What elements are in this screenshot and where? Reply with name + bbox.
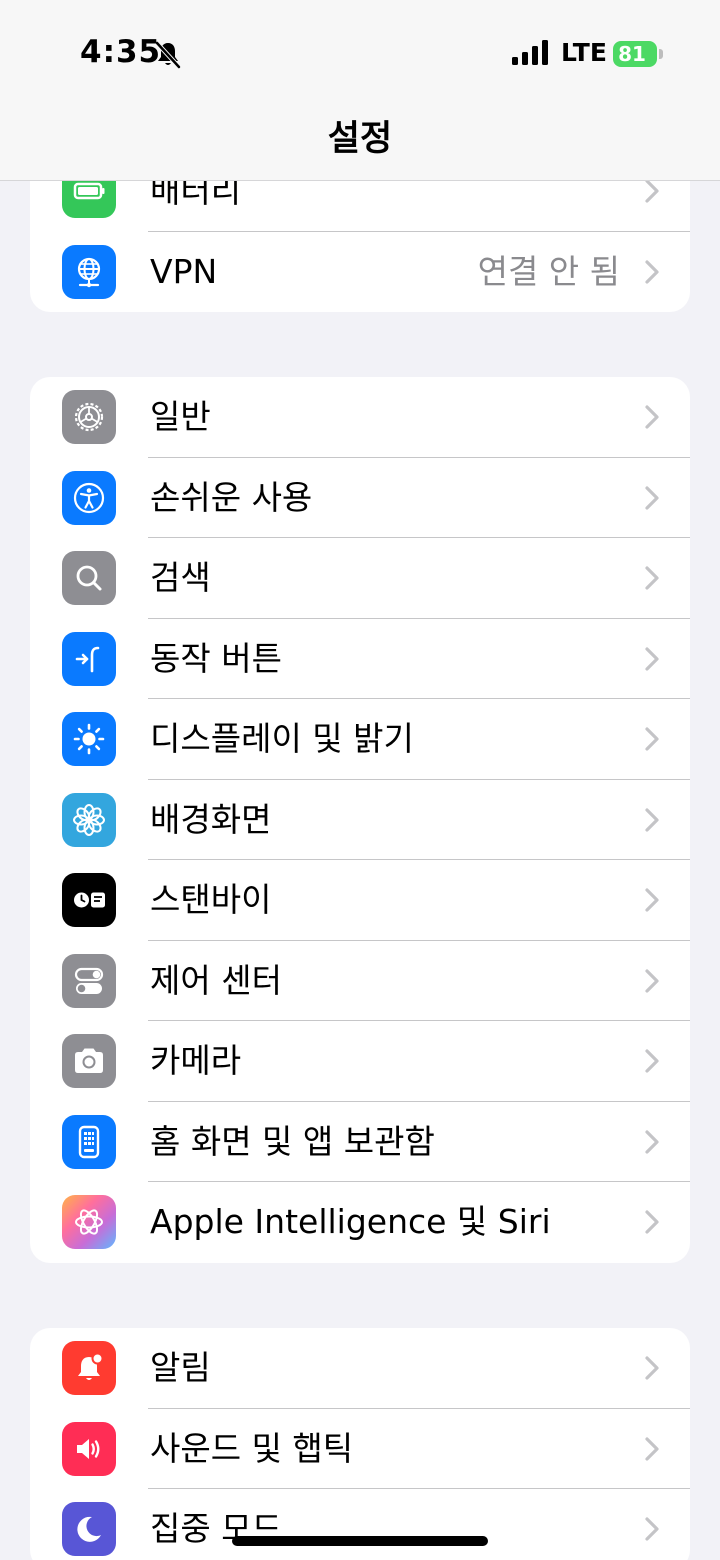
settings-row-label: 스탠바이 xyxy=(150,880,272,919)
chevron-right-icon xyxy=(645,1436,659,1461)
settings-row-label: 검색 xyxy=(150,558,211,597)
settings-row-label: 배경화면 xyxy=(150,799,272,839)
chevron-right-icon xyxy=(645,968,659,993)
speaker-icon xyxy=(62,1421,116,1476)
settings-row-wallpaper[interactable]: 배경화면 xyxy=(30,780,690,860)
sun-icon xyxy=(62,712,116,766)
settings-row-focus[interactable]: 집중 모드 xyxy=(30,1489,690,1560)
search-icon xyxy=(62,551,116,605)
gear-icon xyxy=(62,390,116,444)
settings-row-general[interactable]: 일반 xyxy=(30,377,690,458)
settings-row-label: Apple Intelligence 및 Siri xyxy=(150,1202,551,1241)
chevron-right-icon xyxy=(645,888,659,912)
notification-bell-icon xyxy=(62,1341,116,1395)
chevron-right-icon xyxy=(645,259,659,284)
standby-icon xyxy=(62,873,116,927)
accessibility-icon xyxy=(62,470,116,525)
chevron-right-icon xyxy=(645,566,659,590)
settings-row-label: 일반 xyxy=(150,397,211,436)
vpn-status-value: 연결 안 됨 xyxy=(477,251,620,291)
chevron-right-icon xyxy=(645,1356,659,1380)
battery-percentage: 81 xyxy=(618,42,646,66)
settings-row-label: 홈 화면 및 앱 보관함 xyxy=(150,1121,435,1161)
chevron-right-icon xyxy=(645,1210,659,1234)
toggles-icon xyxy=(62,953,116,1008)
home-screen-icon xyxy=(62,1114,116,1169)
chevron-right-icon xyxy=(645,1517,659,1541)
chevron-right-icon xyxy=(645,727,659,751)
settings-row-search[interactable]: 검색 xyxy=(30,538,690,619)
home-indicator[interactable] xyxy=(232,1536,488,1546)
settings-row-label: 카메라 xyxy=(150,1041,242,1080)
settings-row-label: VPN xyxy=(150,251,218,291)
settings-row-accessibility[interactable]: 손쉬운 사용 xyxy=(30,458,690,538)
moon-icon xyxy=(62,1502,116,1556)
chevron-right-icon xyxy=(645,1129,659,1154)
settings-row-label: 집중 모드 xyxy=(150,1509,282,1548)
battery-cap xyxy=(659,49,663,59)
bell-silenced-icon xyxy=(155,41,181,69)
settings-row-label: 디스플레이 및 밝기 xyxy=(150,719,414,758)
settings-group-notifications: 알림 사운드 및 햅틱 집중 모드 xyxy=(30,1328,690,1560)
settings-row-control-center[interactable]: 제어 센터 xyxy=(30,941,690,1021)
status-bar-time: 4:35 xyxy=(80,34,162,70)
settings-row-label: 동작 버튼 xyxy=(150,638,282,678)
chevron-right-icon xyxy=(645,807,659,832)
settings-row-notifications[interactable]: 알림 xyxy=(30,1328,690,1409)
cellular-signal-icon xyxy=(512,40,548,65)
chevron-right-icon xyxy=(645,405,659,429)
camera-icon xyxy=(62,1034,116,1088)
settings-row-sounds-haptics[interactable]: 사운드 및 햅틱 xyxy=(30,1409,690,1489)
battery-status-icon: 81 xyxy=(613,41,663,67)
settings-row-vpn[interactable]: VPN 연결 안 됨 xyxy=(30,232,690,313)
settings-row-apple-intelligence[interactable]: Apple Intelligence 및 Siri xyxy=(30,1182,690,1263)
settings-row-label: 알림 xyxy=(150,1348,211,1387)
network-type-label: LTE xyxy=(561,38,607,67)
settings-row-display-brightness[interactable]: 디스플레이 및 밝기 xyxy=(30,699,690,780)
settings-row-action-button[interactable]: 동작 버튼 xyxy=(30,619,690,699)
settings-row-home-screen[interactable]: 홈 화면 및 앱 보관함 xyxy=(30,1102,690,1182)
apple-intelligence-icon xyxy=(62,1195,116,1249)
action-button-icon xyxy=(62,631,116,686)
chevron-right-icon xyxy=(645,485,659,510)
page-title: 설정 xyxy=(327,119,393,159)
chevron-right-icon xyxy=(645,179,659,203)
settings-group-general: 일반 손쉬운 사용 검색 동작 버튼 디스플레이 및 밝기 배경화면 스탠바이 … xyxy=(30,377,690,1263)
flower-icon xyxy=(62,792,116,847)
vpn-globe-icon xyxy=(62,244,116,299)
settings-row-camera[interactable]: 카메라 xyxy=(30,1021,690,1102)
settings-screen: 배터리 VPN 연결 안 됨 일반 손쉬운 사용 검색 동작 버튼 디스플레이 … xyxy=(0,0,720,1560)
settings-row-standby[interactable]: 스탠바이 xyxy=(30,860,690,941)
settings-row-label: 손쉬운 사용 xyxy=(150,477,313,517)
chevron-right-icon xyxy=(645,646,659,671)
settings-row-label: 제어 센터 xyxy=(150,960,282,1000)
settings-row-label: 사운드 및 햅틱 xyxy=(150,1428,354,1468)
navigation-header: 4:35 LTE 81 설정 xyxy=(0,0,720,181)
chevron-right-icon xyxy=(645,1049,659,1073)
